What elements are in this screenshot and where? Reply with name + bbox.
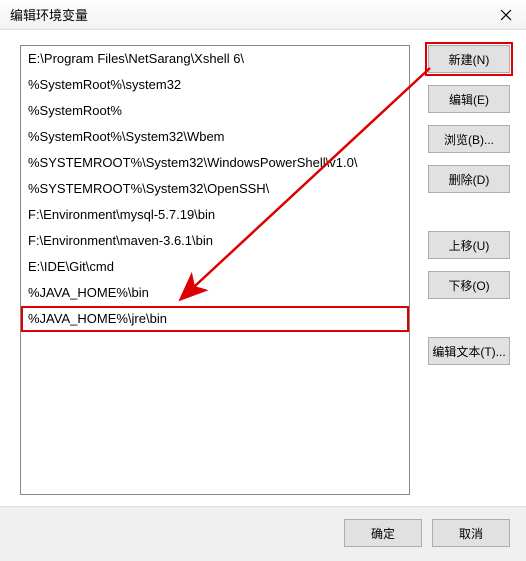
cancel-button[interactable]: 取消 (432, 519, 510, 547)
moveup-button[interactable]: 上移(U) (428, 231, 510, 259)
list-item[interactable]: %SystemRoot%\System32\Wbem (21, 124, 409, 150)
window-title: 编辑环境变量 (10, 5, 88, 24)
close-button[interactable] (486, 0, 526, 30)
list-item[interactable]: E:\IDE\Git\cmd (21, 254, 409, 280)
list-item[interactable]: F:\Environment\mysql-5.7.19\bin (21, 202, 409, 228)
list-item[interactable]: %JAVA_HOME%\jre\bin (21, 306, 409, 332)
path-listbox[interactable]: E:\Program Files\NetSarang\Xshell 6\%Sys… (20, 45, 410, 495)
list-item[interactable]: %SystemRoot%\system32 (21, 72, 409, 98)
list-item[interactable]: %SYSTEMROOT%\System32\OpenSSH\ (21, 176, 409, 202)
dialog-footer: 确定 取消 (0, 506, 526, 561)
close-icon (500, 9, 512, 21)
list-item[interactable]: F:\Environment\maven-3.6.1\bin (21, 228, 409, 254)
dialog-content: E:\Program Files\NetSarang\Xshell 6\%Sys… (0, 30, 526, 506)
edit-button[interactable]: 编辑(E) (428, 85, 510, 113)
list-item[interactable]: %SystemRoot% (21, 98, 409, 124)
new-button[interactable]: 新建(N) (428, 45, 510, 73)
titlebar: 编辑环境变量 (0, 0, 526, 30)
browse-button[interactable]: 浏览(B)... (428, 125, 510, 153)
edittext-button[interactable]: 编辑文本(T)... (428, 337, 510, 365)
list-item[interactable]: E:\Program Files\NetSarang\Xshell 6\ (21, 46, 409, 72)
movedown-button[interactable]: 下移(O) (428, 271, 510, 299)
list-item[interactable]: %SYSTEMROOT%\System32\WindowsPowerShell\… (21, 150, 409, 176)
ok-button[interactable]: 确定 (344, 519, 422, 547)
list-item[interactable]: %JAVA_HOME%\bin (21, 280, 409, 306)
delete-button[interactable]: 删除(D) (428, 165, 510, 193)
side-button-panel: 新建(N) 编辑(E) 浏览(B)... 删除(D) 上移(U) 下移(O) 编… (428, 45, 510, 365)
